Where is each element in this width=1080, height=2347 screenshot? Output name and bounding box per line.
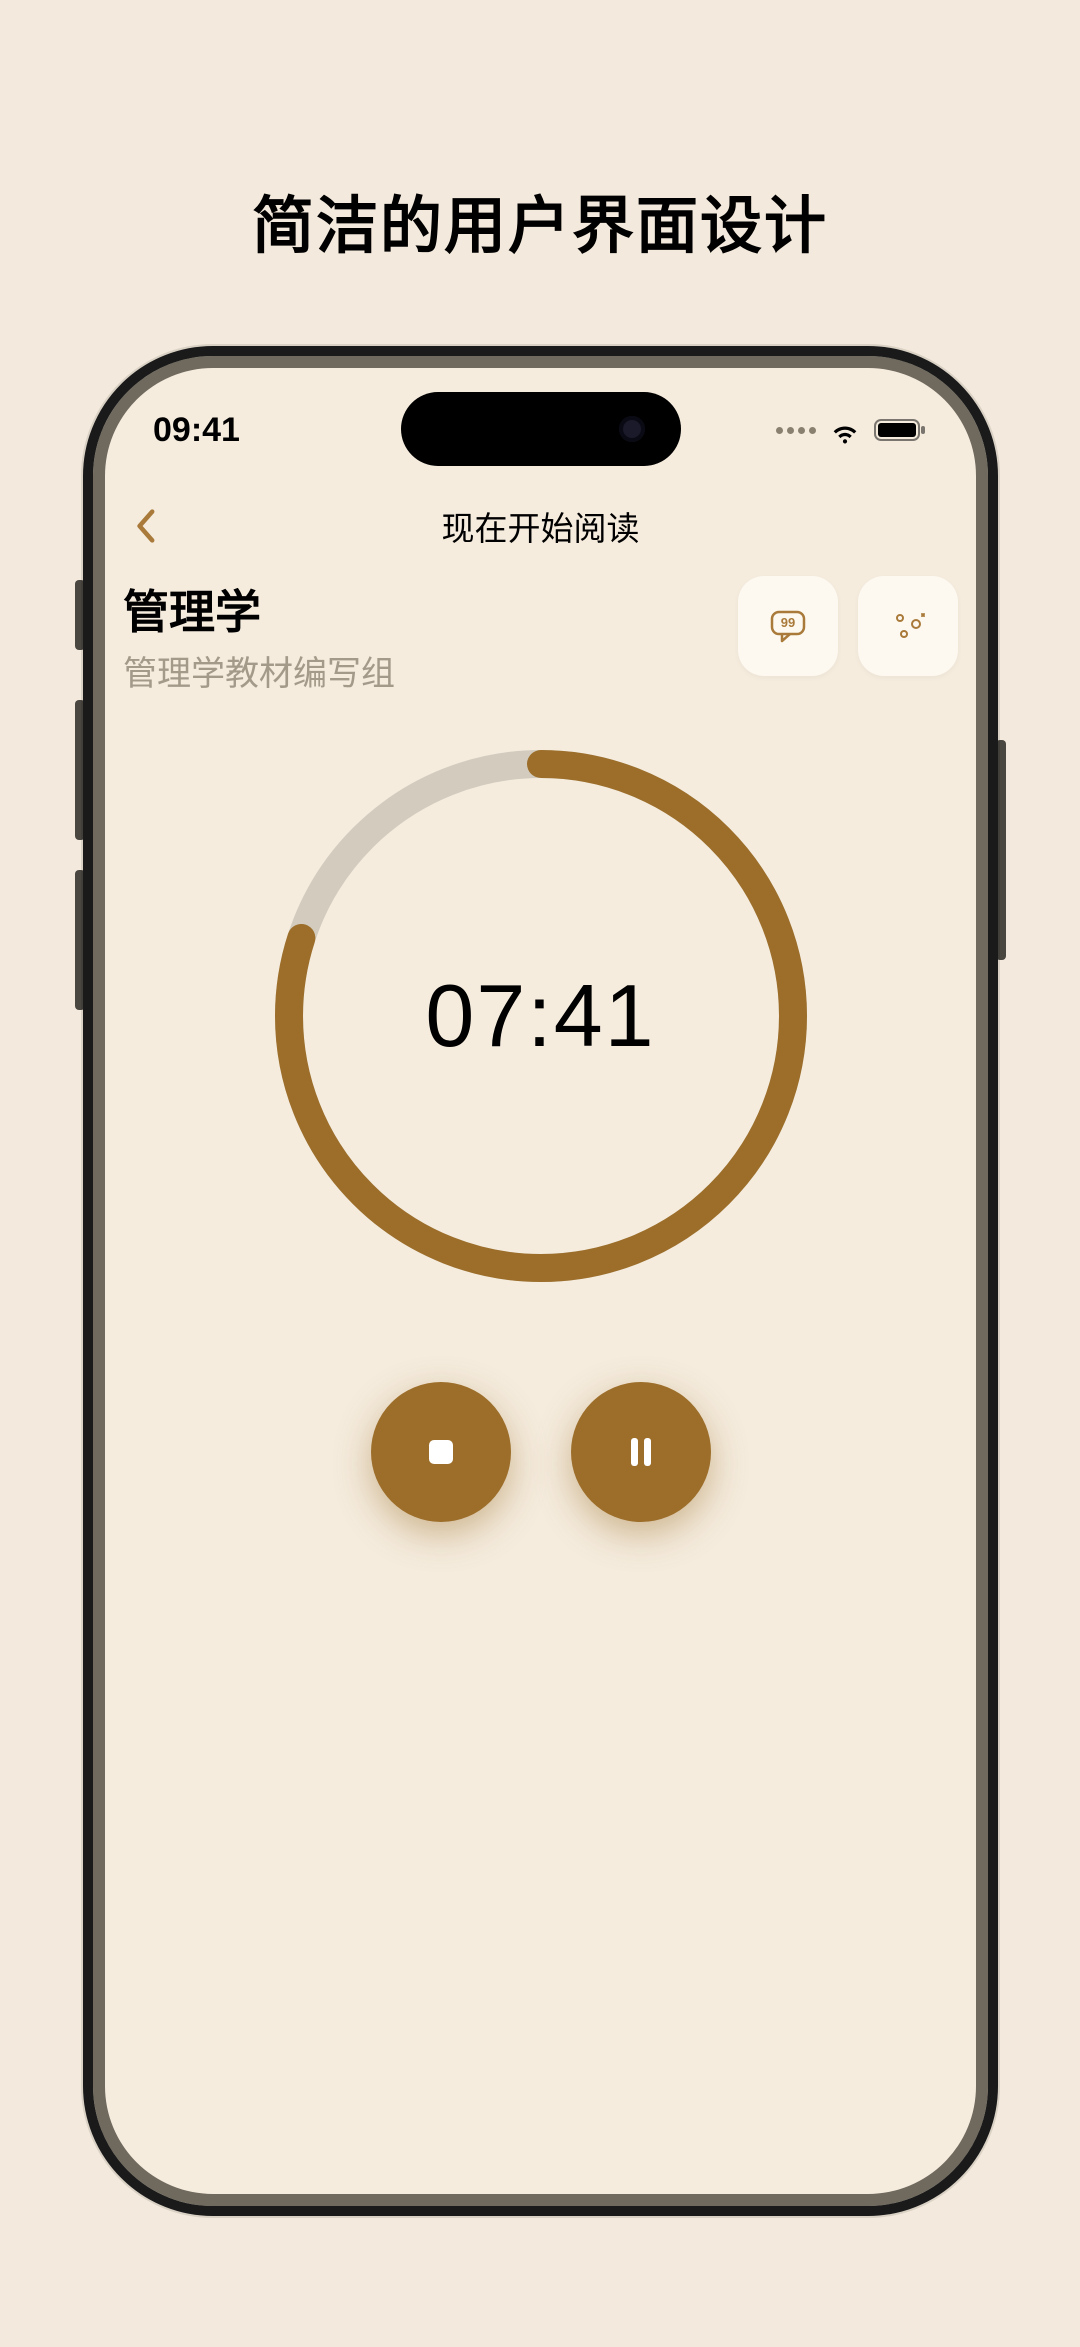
book-info: 管理学 管理学教材编写组 — [123, 576, 738, 695]
pause-button[interactable] — [571, 1382, 711, 1522]
back-button[interactable] — [123, 504, 167, 548]
stop-icon — [419, 1430, 463, 1474]
sparkle-button[interactable] — [858, 576, 958, 676]
status-bar: 09:41 — [93, 400, 988, 460]
pause-icon — [619, 1430, 663, 1474]
chevron-left-icon — [134, 508, 156, 544]
phone-frame: 09:41 现在开始阅读 管理学 管理学教材编写组 9 — [83, 346, 998, 2216]
comment-icon: 99 — [766, 604, 810, 648]
cellular-dots-icon — [776, 427, 816, 434]
status-indicators — [776, 413, 928, 447]
wifi-icon — [828, 413, 862, 447]
stop-button[interactable] — [371, 1382, 511, 1522]
book-header: 管理学 管理学教材编写组 99 — [123, 576, 958, 695]
timer-circle: 07:41 — [261, 736, 821, 1296]
svg-text:99: 99 — [781, 615, 795, 630]
battery-icon — [874, 417, 928, 443]
sparkle-icon — [886, 604, 930, 648]
nav-title: 现在开始阅读 — [442, 502, 640, 550]
header-actions: 99 — [738, 576, 958, 676]
notes-button[interactable]: 99 — [738, 576, 838, 676]
player-controls — [371, 1382, 711, 1522]
nav-bar: 现在开始阅读 — [93, 496, 988, 556]
book-title: 管理学 — [123, 576, 738, 642]
book-subtitle: 管理学教材编写组 — [123, 646, 738, 695]
marketing-headline: 简洁的用户界面设计 — [0, 175, 1080, 265]
status-time: 09:41 — [153, 411, 240, 450]
timer-display: 07:41 — [425, 965, 655, 1067]
